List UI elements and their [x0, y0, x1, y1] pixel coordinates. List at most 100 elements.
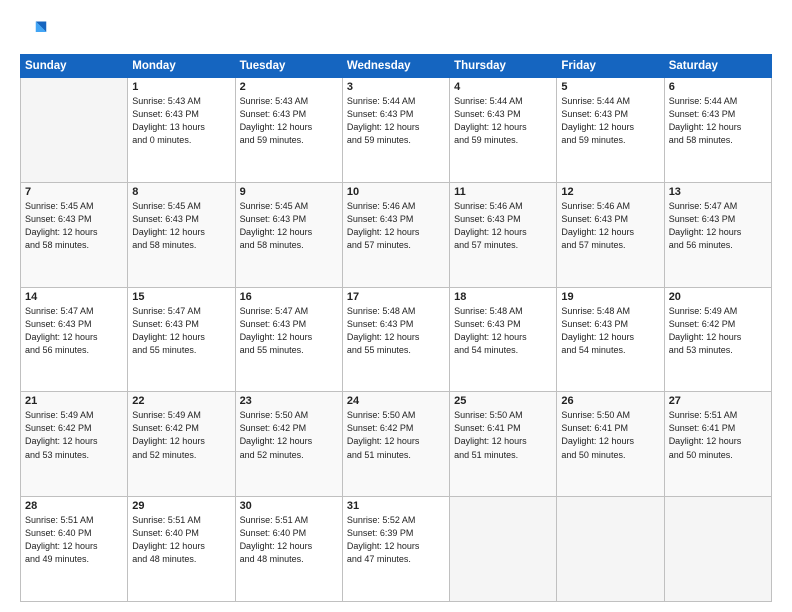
calendar-cell: 10 Sunrise: 5:46 AM Sunset: 6:43 PM Dayli… [342, 182, 449, 287]
day-number: 31 [347, 500, 445, 512]
cell-info: Sunrise: 5:45 AM Sunset: 6:43 PM Dayligh… [25, 200, 123, 252]
calendar-cell: 30 Sunrise: 5:51 AM Sunset: 6:40 PM Dayli… [235, 497, 342, 602]
cell-info: Sunrise: 5:44 AM Sunset: 6:43 PM Dayligh… [454, 95, 552, 147]
cell-info: Sunrise: 5:51 AM Sunset: 6:40 PM Dayligh… [132, 514, 230, 566]
day-number: 22 [132, 395, 230, 407]
cell-info: Sunrise: 5:49 AM Sunset: 6:42 PM Dayligh… [25, 409, 123, 461]
cell-info: Sunrise: 5:50 AM Sunset: 6:41 PM Dayligh… [561, 409, 659, 461]
calendar-cell: 31 Sunrise: 5:52 AM Sunset: 6:39 PM Dayli… [342, 497, 449, 602]
logo-icon [20, 18, 48, 46]
calendar-cell: 16 Sunrise: 5:47 AM Sunset: 6:43 PM Dayli… [235, 287, 342, 392]
day-number: 28 [25, 500, 123, 512]
calendar-cell [664, 497, 771, 602]
cell-info: Sunrise: 5:49 AM Sunset: 6:42 PM Dayligh… [669, 305, 767, 357]
cell-info: Sunrise: 5:46 AM Sunset: 6:43 PM Dayligh… [347, 200, 445, 252]
week-row: 14 Sunrise: 5:47 AM Sunset: 6:43 PM Dayli… [21, 287, 772, 392]
day-header-sunday: Sunday [21, 55, 128, 78]
week-row: 7Sunrise: 5:45 AM Sunset: 6:43 PM Daylig… [21, 182, 772, 287]
day-number: 15 [132, 291, 230, 303]
calendar-page: SundayMondayTuesdayWednesdayThursdayFrid… [0, 0, 792, 612]
day-number: 23 [240, 395, 338, 407]
cell-info: Sunrise: 5:49 AM Sunset: 6:42 PM Dayligh… [132, 409, 230, 461]
day-number: 4 [454, 81, 552, 93]
cell-info: Sunrise: 5:45 AM Sunset: 6:43 PM Dayligh… [132, 200, 230, 252]
calendar-table: SundayMondayTuesdayWednesdayThursdayFrid… [20, 54, 772, 602]
calendar-cell: 28 Sunrise: 5:51 AM Sunset: 6:40 PM Dayli… [21, 497, 128, 602]
day-number: 20 [669, 291, 767, 303]
day-number: 12 [561, 186, 659, 198]
day-header-wednesday: Wednesday [342, 55, 449, 78]
calendar-cell: 1Sunrise: 5:43 AM Sunset: 6:43 PM Daylig… [128, 78, 235, 183]
calendar-cell: 26 Sunrise: 5:50 AM Sunset: 6:41 PM Dayli… [557, 392, 664, 497]
calendar-cell [21, 78, 128, 183]
cell-info: Sunrise: 5:50 AM Sunset: 6:41 PM Dayligh… [454, 409, 552, 461]
calendar-cell: 2 Sunrise: 5:43 AM Sunset: 6:43 PM Daylig… [235, 78, 342, 183]
cell-info: Sunrise: 5:52 AM Sunset: 6:39 PM Dayligh… [347, 514, 445, 566]
cell-info: Sunrise: 5:48 AM Sunset: 6:43 PM Dayligh… [347, 305, 445, 357]
day-number: 16 [240, 291, 338, 303]
cell-info: Sunrise: 5:48 AM Sunset: 6:43 PM Dayligh… [454, 305, 552, 357]
day-number: 25 [454, 395, 552, 407]
day-header-saturday: Saturday [664, 55, 771, 78]
logo [20, 18, 52, 46]
calendar-cell: 22 Sunrise: 5:49 AM Sunset: 6:42 PM Dayli… [128, 392, 235, 497]
calendar-cell: 17Sunrise: 5:48 AM Sunset: 6:43 PM Dayli… [342, 287, 449, 392]
cell-info: Sunrise: 5:50 AM Sunset: 6:42 PM Dayligh… [240, 409, 338, 461]
day-number: 18 [454, 291, 552, 303]
calendar-cell: 12 Sunrise: 5:46 AM Sunset: 6:43 PM Dayli… [557, 182, 664, 287]
calendar-cell: 9Sunrise: 5:45 AM Sunset: 6:43 PM Daylig… [235, 182, 342, 287]
day-number: 6 [669, 81, 767, 93]
day-number: 5 [561, 81, 659, 93]
day-number: 2 [240, 81, 338, 93]
calendar-cell: 18 Sunrise: 5:48 AM Sunset: 6:43 PM Dayli… [450, 287, 557, 392]
calendar-cell: 20 Sunrise: 5:49 AM Sunset: 6:42 PM Dayli… [664, 287, 771, 392]
calendar-cell: 11Sunrise: 5:46 AM Sunset: 6:43 PM Dayli… [450, 182, 557, 287]
calendar-cell: 8 Sunrise: 5:45 AM Sunset: 6:43 PM Daylig… [128, 182, 235, 287]
cell-info: Sunrise: 5:46 AM Sunset: 6:43 PM Dayligh… [561, 200, 659, 252]
calendar-cell: 14 Sunrise: 5:47 AM Sunset: 6:43 PM Dayli… [21, 287, 128, 392]
cell-info: Sunrise: 5:47 AM Sunset: 6:43 PM Dayligh… [132, 305, 230, 357]
day-header-tuesday: Tuesday [235, 55, 342, 78]
calendar-cell: 13 Sunrise: 5:47 AM Sunset: 6:43 PM Dayli… [664, 182, 771, 287]
week-row: 28 Sunrise: 5:51 AM Sunset: 6:40 PM Dayli… [21, 497, 772, 602]
cell-info: Sunrise: 5:46 AM Sunset: 6:43 PM Dayligh… [454, 200, 552, 252]
calendar-cell: 27 Sunrise: 5:51 AM Sunset: 6:41 PM Dayli… [664, 392, 771, 497]
header [20, 18, 772, 46]
day-header-monday: Monday [128, 55, 235, 78]
cell-info: Sunrise: 5:44 AM Sunset: 6:43 PM Dayligh… [347, 95, 445, 147]
calendar-cell [450, 497, 557, 602]
day-number: 26 [561, 395, 659, 407]
calendar-cell [557, 497, 664, 602]
cell-info: Sunrise: 5:51 AM Sunset: 6:41 PM Dayligh… [669, 409, 767, 461]
day-number: 30 [240, 500, 338, 512]
week-row: 21Sunrise: 5:49 AM Sunset: 6:42 PM Dayli… [21, 392, 772, 497]
calendar-cell: 6Sunrise: 5:44 AM Sunset: 6:43 PM Daylig… [664, 78, 771, 183]
cell-info: Sunrise: 5:47 AM Sunset: 6:43 PM Dayligh… [25, 305, 123, 357]
cell-info: Sunrise: 5:51 AM Sunset: 6:40 PM Dayligh… [25, 514, 123, 566]
calendar-cell: 15 Sunrise: 5:47 AM Sunset: 6:43 PM Dayli… [128, 287, 235, 392]
cell-info: Sunrise: 5:50 AM Sunset: 6:42 PM Dayligh… [347, 409, 445, 461]
cell-info: Sunrise: 5:45 AM Sunset: 6:43 PM Dayligh… [240, 200, 338, 252]
day-number: 8 [132, 186, 230, 198]
day-number: 10 [347, 186, 445, 198]
calendar-cell: 5Sunrise: 5:44 AM Sunset: 6:43 PM Daylig… [557, 78, 664, 183]
day-number: 24 [347, 395, 445, 407]
cell-info: Sunrise: 5:43 AM Sunset: 6:43 PM Dayligh… [240, 95, 338, 147]
calendar-cell: 25 Sunrise: 5:50 AM Sunset: 6:41 PM Dayli… [450, 392, 557, 497]
cell-info: Sunrise: 5:47 AM Sunset: 6:43 PM Dayligh… [240, 305, 338, 357]
cell-info: Sunrise: 5:47 AM Sunset: 6:43 PM Dayligh… [669, 200, 767, 252]
calendar-cell: 3 Sunrise: 5:44 AM Sunset: 6:43 PM Daylig… [342, 78, 449, 183]
cell-info: Sunrise: 5:48 AM Sunset: 6:43 PM Dayligh… [561, 305, 659, 357]
day-number: 19 [561, 291, 659, 303]
week-row: 1Sunrise: 5:43 AM Sunset: 6:43 PM Daylig… [21, 78, 772, 183]
calendar-cell: 29 Sunrise: 5:51 AM Sunset: 6:40 PM Dayli… [128, 497, 235, 602]
day-number: 14 [25, 291, 123, 303]
calendar-cell: 23 Sunrise: 5:50 AM Sunset: 6:42 PM Dayli… [235, 392, 342, 497]
calendar-cell: 24 Sunrise: 5:50 AM Sunset: 6:42 PM Dayli… [342, 392, 449, 497]
day-number: 27 [669, 395, 767, 407]
cell-info: Sunrise: 5:51 AM Sunset: 6:40 PM Dayligh… [240, 514, 338, 566]
calendar-cell: 21Sunrise: 5:49 AM Sunset: 6:42 PM Dayli… [21, 392, 128, 497]
day-number: 29 [132, 500, 230, 512]
day-number: 13 [669, 186, 767, 198]
day-number: 3 [347, 81, 445, 93]
